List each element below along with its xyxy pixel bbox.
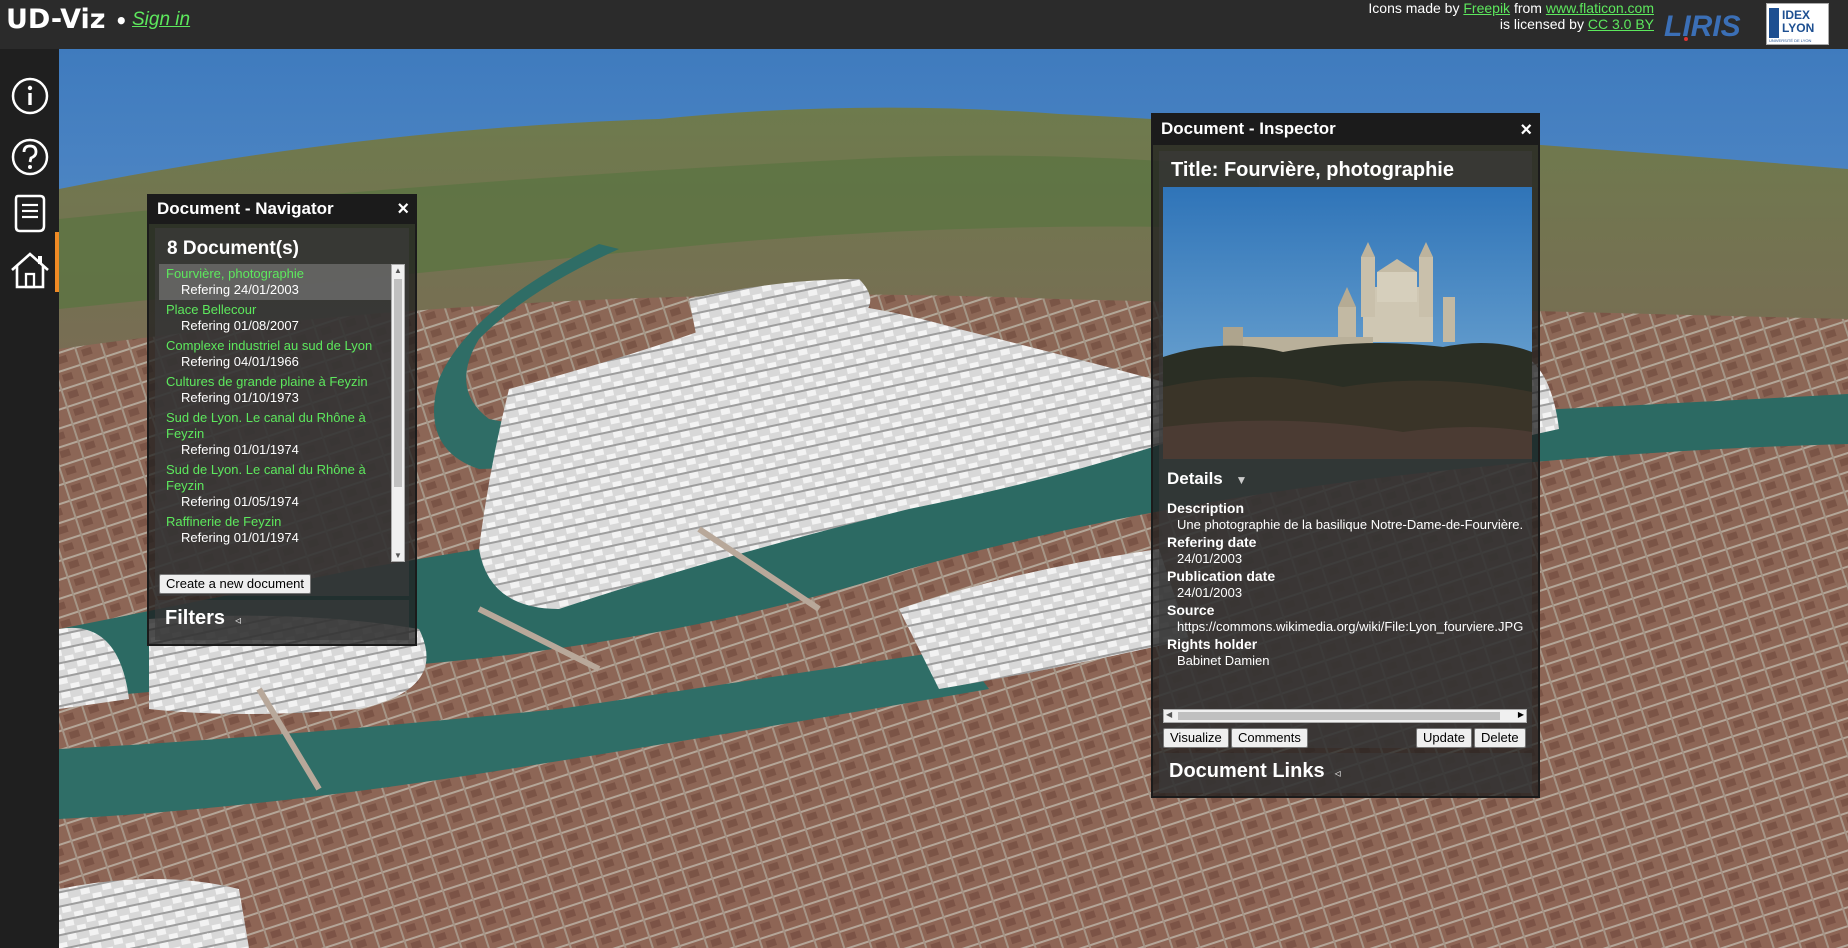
document-list-item[interactable]: Complexe industriel au sud de Lyon Refer…	[159, 336, 391, 372]
details-toggle[interactable]: Details ▼	[1167, 469, 1247, 489]
navigator-title-bar[interactable]: Document - Navigator ×	[149, 196, 415, 224]
source-label: Source	[1167, 602, 1215, 618]
top-bar: UD-Viz • Sign in Icons made by Freepik f…	[0, 0, 1848, 49]
publication-date-value: 24/01/2003	[1177, 584, 1243, 600]
documents-button[interactable]	[9, 192, 51, 234]
navigator-close-button[interactable]: ×	[397, 199, 409, 219]
scroll-right-icon[interactable]: ▶	[1518, 710, 1524, 719]
sign-in-link[interactable]: Sign in	[132, 9, 190, 31]
document-links-section[interactable]: Document Links ◃	[1159, 753, 1532, 793]
scroll-down-icon[interactable]: ▼	[394, 551, 402, 560]
filters-section[interactable]: Filters ◃	[155, 600, 409, 640]
document-image[interactable]	[1163, 187, 1532, 459]
help-icon	[11, 138, 49, 176]
create-document-button[interactable]: Create a new document	[159, 574, 312, 594]
freepik-link[interactable]: Freepik	[1463, 0, 1510, 16]
details-horizontal-scrollbar[interactable]: ◀ ▶	[1163, 709, 1527, 723]
refering-date-label: Refering date	[1167, 534, 1257, 550]
description-label: Description	[1167, 501, 1245, 516]
document-links-label: Document Links	[1169, 760, 1325, 782]
document-list-item[interactable]: Place Bellecour Refering 01/08/2007	[159, 300, 391, 336]
rights-holder-value: Babinet Damien	[1177, 652, 1270, 668]
delete-button[interactable]: Delete	[1474, 728, 1526, 748]
filters-label: Filters	[165, 607, 226, 629]
document-list-scrollbar[interactable]: ▲ ▼	[391, 264, 405, 562]
scroll-up-icon[interactable]: ▲	[394, 266, 402, 275]
svg-text:UNIVERSITÉ DE LYON: UNIVERSITÉ DE LYON	[1769, 38, 1811, 43]
inspector-title-bar[interactable]: Document - Inspector ×	[1153, 115, 1538, 145]
document-inspector-window: Document - Inspector × Title: Fourvière,…	[1151, 113, 1540, 798]
document-list-item[interactable]: Fourvière, photographie Refering 24/01/2…	[159, 264, 391, 300]
collapse-arrow-icon: ◃	[1334, 766, 1341, 780]
info-button[interactable]	[9, 75, 51, 117]
document-count: 8 Document(s)	[167, 238, 299, 259]
home-button[interactable]	[9, 249, 51, 291]
refering-date-value: 24/01/2003	[1177, 550, 1243, 566]
source-value: https://commons.wikimedia.org/wiki/File:…	[1177, 618, 1524, 634]
flaticon-link[interactable]: www.flaticon.com	[1546, 0, 1654, 16]
info-icon	[11, 77, 49, 115]
document-details: Description Une photographie de la basil…	[1167, 501, 1529, 671]
help-button[interactable]	[9, 136, 51, 178]
scrollbar-thumb[interactable]	[394, 279, 402, 487]
idex-lyon-logo[interactable]: IDEX LYON UNIVERSITÉ DE LYON	[1766, 3, 1829, 45]
document-list: Fourvière, photographie Refering 24/01/2…	[159, 264, 405, 562]
navigator-title: Document - Navigator	[157, 199, 334, 218]
rights-holder-label: Rights holder	[1167, 636, 1258, 652]
navigator-documents-section: 8 Document(s) Fourvière, photographie Re…	[155, 228, 409, 596]
document-list-item[interactable]: Sud de Lyon. Le canal du Rhône à Feyzin …	[159, 408, 391, 460]
license-link[interactable]: CC 3.0 BY	[1588, 16, 1654, 32]
home-icon	[11, 252, 49, 289]
inspector-close-button[interactable]: ×	[1520, 120, 1532, 140]
document-navigator-window: Document - Navigator × 8 Document(s) Fou…	[147, 194, 417, 646]
scrollbar-thumb[interactable]	[1178, 712, 1500, 720]
document-title: Title: Fourvière, photographie	[1171, 159, 1454, 181]
liris-logo-text: LIRIS	[1664, 10, 1741, 43]
update-button[interactable]: Update	[1416, 728, 1472, 748]
publication-date-label: Publication date	[1167, 568, 1276, 584]
document-icon	[14, 194, 46, 233]
comments-button[interactable]: Comments	[1231, 728, 1308, 748]
app-title: UD-Viz •	[6, 4, 128, 35]
svg-text:LYON: LYON	[1782, 21, 1814, 35]
inspector-title: Document - Inspector	[1161, 119, 1336, 138]
scroll-left-icon[interactable]: ◀	[1166, 710, 1172, 719]
icon-credits: Icons made by Freepik from www.flaticon.…	[1368, 0, 1654, 32]
svg-text:IDEX: IDEX	[1782, 8, 1810, 22]
inspector-content: Title: Fourvière, photographie Details ▼…	[1159, 151, 1532, 748]
description-value: Une photographie de la basilique Notre-D…	[1177, 516, 1524, 532]
document-list-item[interactable]: Cultures de grande plaine à Feyzin Refer…	[159, 372, 391, 408]
details-label: Details	[1167, 469, 1223, 488]
collapse-arrow-icon: ◃	[235, 613, 242, 627]
expand-arrow-icon: ▼	[1235, 473, 1248, 487]
document-list-item[interactable]: Raffinerie de Feyzin Refering 01/01/1974	[159, 512, 391, 548]
liris-logo[interactable]: LIRIS	[1662, 6, 1758, 44]
document-list-item[interactable]: Sud de Lyon. Le canal du Rhône à Feyzin …	[159, 460, 391, 512]
visualize-button[interactable]: Visualize	[1163, 728, 1229, 748]
sidebar	[0, 49, 60, 948]
